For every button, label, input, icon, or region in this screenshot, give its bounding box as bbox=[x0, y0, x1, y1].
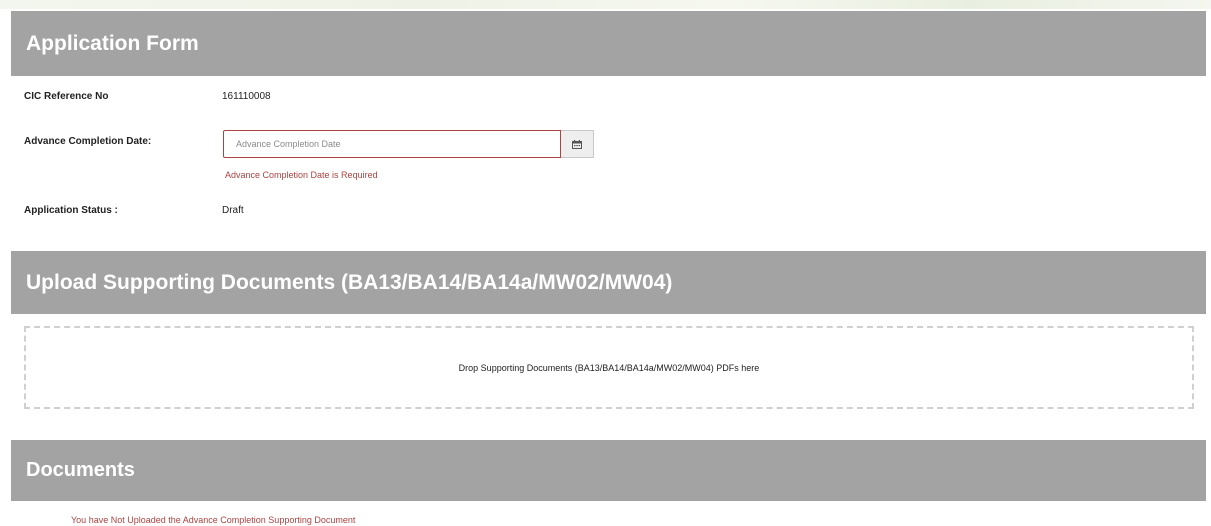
advance-completion-date-input[interactable] bbox=[223, 130, 561, 158]
cic-reference-label: CIC Reference No bbox=[24, 91, 109, 102]
application-status-value: Draft bbox=[222, 205, 244, 216]
cic-reference-value: 161110008 bbox=[222, 91, 271, 102]
documents-header: Documents bbox=[11, 440, 1206, 501]
calendar-button[interactable] bbox=[561, 130, 594, 158]
application-form-title: Application Form bbox=[26, 31, 199, 55]
calendar-icon bbox=[572, 139, 582, 149]
application-form-header: Application Form bbox=[11, 11, 1206, 76]
background-banner bbox=[0, 0, 1211, 9]
upload-documents-header: Upload Supporting Documents (BA13/BA14/B… bbox=[11, 251, 1206, 314]
advance-completion-date-error: Advance Completion Date is Required bbox=[225, 170, 378, 180]
advance-completion-date-label: Advance Completion Date: bbox=[24, 136, 152, 147]
upload-documents-title: Upload Supporting Documents (BA13/BA14/B… bbox=[26, 270, 673, 294]
application-status-label: Application Status : bbox=[24, 205, 118, 216]
document-dropzone[interactable]: Drop Supporting Documents (BA13/BA14/BA1… bbox=[24, 326, 1194, 409]
dropzone-text: Drop Supporting Documents (BA13/BA14/BA1… bbox=[458, 362, 760, 373]
documents-title: Documents bbox=[26, 459, 135, 481]
documents-warning: You have Not Uploaded the Advance Comple… bbox=[71, 515, 356, 525]
